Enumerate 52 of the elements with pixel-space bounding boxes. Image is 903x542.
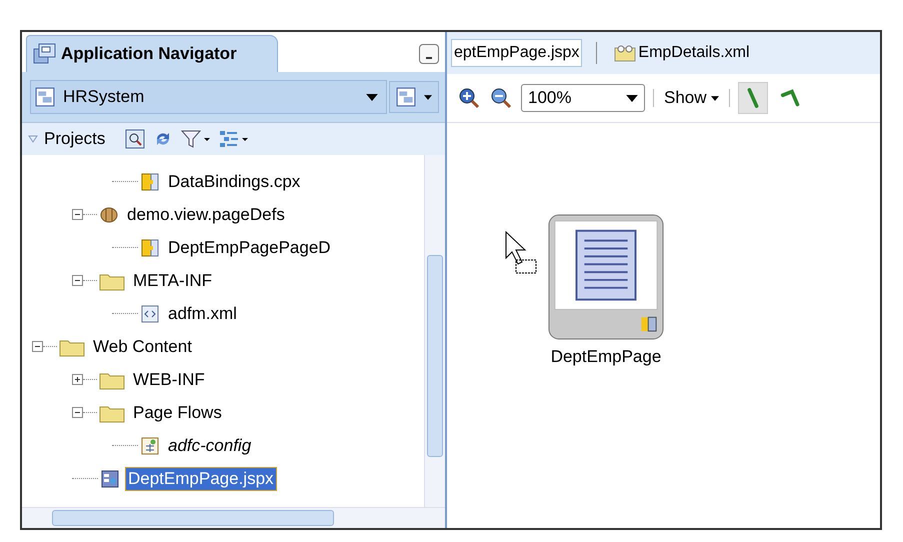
config-file-icon xyxy=(140,172,160,192)
triangle-icon xyxy=(28,134,38,144)
show-menu-button[interactable]: Show xyxy=(662,86,721,110)
collapse-toggle[interactable] xyxy=(72,209,83,220)
zoom-out-icon[interactable] xyxy=(489,86,513,110)
layout-options-icon[interactable] xyxy=(219,129,250,149)
tree-item[interactable]: Page Flows xyxy=(131,402,224,424)
drag-cursor-icon xyxy=(504,230,538,276)
zoom-in-icon[interactable] xyxy=(457,86,481,110)
caret-icon xyxy=(366,94,378,100)
tree-item[interactable]: adfc-config xyxy=(166,434,254,456)
application-icon xyxy=(35,87,55,107)
tree-item[interactable]: META-INF xyxy=(131,270,214,292)
vertical-scrollbar[interactable] xyxy=(424,155,445,507)
tree-item[interactable]: DeptEmpPagePageD xyxy=(166,236,333,258)
collapse-toggle[interactable] xyxy=(72,407,83,418)
application-menu-button[interactable] xyxy=(389,81,439,113)
line-tool-button[interactable] xyxy=(738,82,768,114)
minimize-icon xyxy=(426,57,432,59)
collapse-toggle[interactable] xyxy=(32,341,43,352)
tree-item[interactable]: DeptEmpPage.jspx xyxy=(126,468,276,490)
projects-section-header[interactable]: Projects xyxy=(28,129,106,149)
caret-icon xyxy=(626,94,638,102)
editor-tab[interactable]: eptEmpPage.jspx xyxy=(451,39,582,67)
search-icon[interactable] xyxy=(125,129,146,149)
collapse-toggle[interactable] xyxy=(72,275,83,286)
minimize-button[interactable] xyxy=(419,44,439,64)
package-icon xyxy=(99,204,119,224)
caret-icon xyxy=(424,94,432,100)
page-file-icon xyxy=(100,468,120,488)
tree-item[interactable]: WEB-INF xyxy=(131,368,207,390)
navigator-tab[interactable]: Application Navigator xyxy=(26,35,278,72)
xml-file-icon xyxy=(614,44,636,62)
tree-item[interactable]: adfm.xml xyxy=(166,302,239,324)
tree-item[interactable]: demo.view.pageDefs xyxy=(125,204,287,226)
horizontal-scrollbar[interactable] xyxy=(22,507,445,528)
application-icon xyxy=(33,42,57,66)
editor-tab[interactable]: EmpDetails.xml xyxy=(611,39,753,67)
config-file-icon xyxy=(140,238,160,258)
filter-icon[interactable] xyxy=(181,129,212,149)
tree-item[interactable]: Web Content xyxy=(91,336,194,358)
tree-item[interactable]: DataBindings.cpx xyxy=(166,170,302,192)
caret-icon xyxy=(710,96,719,100)
diagram-file-icon xyxy=(140,436,160,456)
application-dropdown[interactable]: HRSystem xyxy=(30,80,387,114)
zoom-dropdown[interactable]: 100% xyxy=(521,84,645,112)
application-icon xyxy=(396,87,416,107)
elbow-line-icon xyxy=(780,87,802,109)
expand-toggle[interactable] xyxy=(72,374,83,385)
xml-file-icon xyxy=(140,304,160,324)
page-node-label: DeptEmpPage xyxy=(550,347,662,367)
page-node-icon[interactable] xyxy=(547,213,665,341)
